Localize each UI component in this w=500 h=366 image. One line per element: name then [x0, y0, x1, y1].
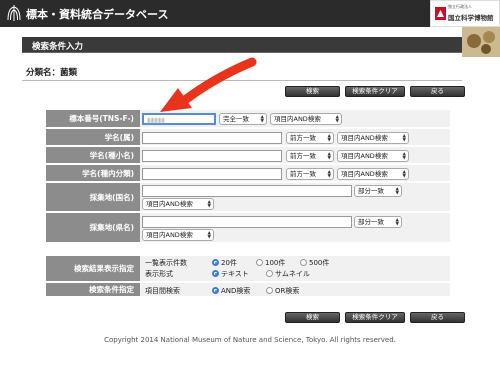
back-button-bottom[interactable]: 戻る	[410, 312, 465, 323]
clear-button[interactable]: 検索条件クリア	[345, 86, 405, 97]
copyright: Copyright 2014 National Museum of Nature…	[104, 336, 396, 344]
species-input[interactable]	[142, 150, 282, 162]
and-select[interactable]: 項目内AND検索 ▲ ▼	[337, 150, 409, 162]
field-row-specimen-number: 標本番号(TNS-F-) ▮▮▮▮▮ 完全一致 ▲ ▼ 項目内AND検索 ▲ ▼	[46, 110, 450, 128]
format-thumbnail-label[interactable]: サムネイル	[275, 269, 310, 279]
chevron-icon: ▲ ▼	[327, 152, 331, 161]
display-options-row: 検索結果表示指定 一覧表示件数 表示形式 20件 100件 500件 テキスト …	[46, 256, 450, 282]
chevron-icon: ▲ ▼	[395, 218, 399, 227]
format-text-radio[interactable]	[212, 270, 219, 277]
and-select[interactable]: 項目内AND検索 ▲ ▼	[142, 198, 214, 210]
and-search-radio[interactable]	[212, 287, 219, 294]
field-label: 学名(種小名)	[46, 147, 140, 163]
divider	[22, 80, 462, 81]
field-label: 採集地(県名)	[46, 213, 140, 242]
and-select[interactable]: 項目内AND検索 ▲ ▼	[337, 132, 409, 144]
chevron-icon: ▲ ▼	[260, 115, 264, 124]
match-select[interactable]: 前方一致 ▲ ▼	[286, 168, 334, 180]
back-button[interactable]: 戻る	[410, 86, 465, 97]
section-title: 検索条件入力	[32, 42, 84, 52]
and-select[interactable]: 項目内AND検索 ▲ ▼	[142, 229, 214, 241]
display-label: 検索結果表示指定	[46, 256, 140, 281]
field-row-prefecture: 採集地(県名) 部分一致 ▲ ▼ 項目内AND検索 ▲ ▼	[46, 213, 450, 243]
search-button-bottom[interactable]: 検索	[285, 312, 340, 323]
field-label: 採集地(国名)	[46, 183, 140, 211]
chevron-icon: ▲ ▼	[402, 170, 406, 179]
chevron-icon: ▲ ▼	[207, 231, 211, 240]
count-20-label[interactable]: 20件	[221, 258, 237, 268]
match-select[interactable]: 前方一致 ▲ ▼	[286, 150, 334, 162]
and-search-label[interactable]: AND検索	[221, 286, 250, 296]
match-select[interactable]: 前方一致 ▲ ▼	[286, 132, 334, 144]
chevron-icon: ▲ ▼	[402, 134, 406, 143]
item-search-label: 項目間検索	[145, 287, 180, 295]
count-label: 一覧表示件数	[145, 259, 187, 267]
top-bar: 標本・資料統合データベース 独立行政法人 国立科学博物館	[0, 0, 500, 27]
field-row-country: 採集地(国名) 部分一致 ▲ ▼ 項目内AND検索 ▲ ▼	[46, 183, 450, 212]
match-select[interactable]: 部分一致 ▲ ▼	[354, 216, 402, 228]
site-title[interactable]: 標本・資料統合データベース	[26, 6, 168, 22]
field-row-genus: 学名(属) 前方一致 ▲ ▼ 項目内AND検索 ▲ ▼	[46, 129, 450, 146]
genus-input[interactable]	[142, 132, 282, 144]
format-text-label[interactable]: テキスト	[221, 269, 249, 279]
count-20-radio[interactable]	[212, 259, 219, 266]
specimen-number-input[interactable]: ▮▮▮▮▮	[142, 113, 216, 125]
count-500-radio[interactable]	[300, 259, 307, 266]
count-500-label[interactable]: 500件	[309, 258, 329, 268]
section-banner: 検索条件入力	[22, 37, 462, 53]
prefecture-input[interactable]	[142, 216, 352, 228]
format-label: 表示形式	[145, 270, 173, 278]
category-name: 分類名：菌類	[26, 68, 78, 78]
logo-icon	[7, 5, 21, 21]
and-select[interactable]: 項目内AND検索 ▲ ▼	[270, 113, 342, 125]
chevron-icon: ▲ ▼	[207, 200, 211, 209]
header-photo	[462, 27, 500, 57]
org-name: 国立科学博物館	[448, 14, 494, 22]
or-search-label[interactable]: OR検索	[275, 286, 299, 296]
and-select[interactable]: 項目内AND検索 ▲ ▼	[337, 168, 409, 180]
chevron-icon: ▲ ▼	[327, 170, 331, 179]
chevron-icon: ▲ ▼	[327, 134, 331, 143]
search-button[interactable]: 検索	[285, 86, 340, 97]
condition-label: 検索条件指定	[46, 283, 140, 296]
country-input[interactable]	[142, 185, 352, 197]
count-100-label[interactable]: 100件	[265, 258, 285, 268]
infraspecific-input[interactable]	[142, 168, 282, 180]
field-row-infraspecific: 学名(種内分類) 前方一致 ▲ ▼ 項目内AND検索 ▲ ▼	[46, 165, 450, 182]
chevron-icon: ▲ ▼	[395, 187, 399, 196]
museum-emblem-icon	[435, 7, 446, 20]
chevron-icon: ▲ ▼	[335, 115, 339, 124]
match-select[interactable]: 完全一致 ▲ ▼	[219, 113, 267, 125]
clear-button-bottom[interactable]: 検索条件クリア	[345, 312, 405, 323]
condition-row: 検索条件指定 項目間検索 AND検索 OR検索	[46, 283, 450, 297]
field-row-species: 学名(種小名) 前方一致 ▲ ▼ 項目内AND検索 ▲ ▼	[46, 147, 450, 164]
format-thumbnail-radio[interactable]	[266, 270, 273, 277]
chevron-icon: ▲ ▼	[402, 152, 406, 161]
match-select[interactable]: 部分一致 ▲ ▼	[354, 185, 402, 197]
field-label: 学名(種内分類)	[46, 165, 140, 181]
org-subtitle: 独立行政法人	[448, 4, 472, 9]
count-100-radio[interactable]	[256, 259, 263, 266]
museum-logo[interactable]: 独立行政法人 国立科学博物館	[430, 0, 500, 27]
or-search-radio[interactable]	[266, 287, 273, 294]
field-label: 学名(属)	[46, 129, 140, 145]
field-label: 標本番号(TNS-F-)	[46, 110, 140, 127]
